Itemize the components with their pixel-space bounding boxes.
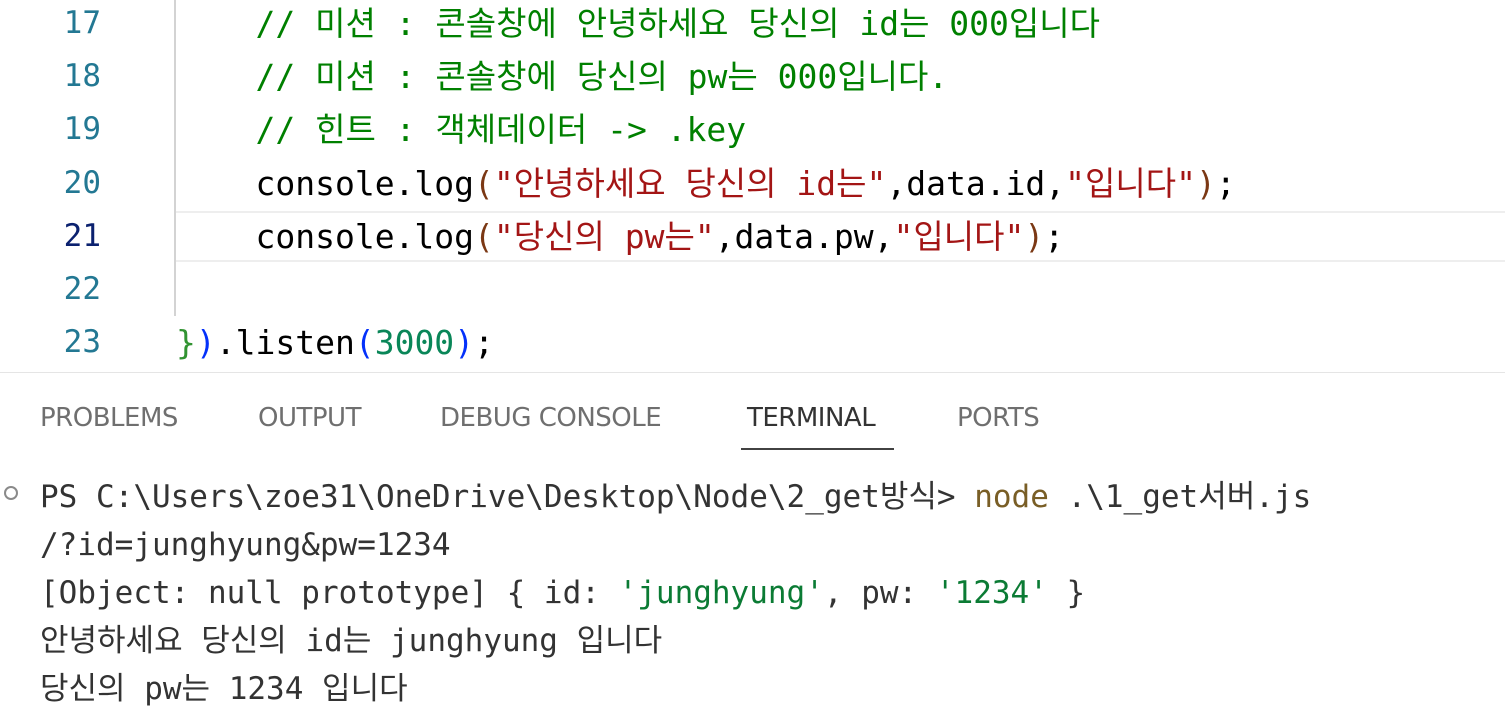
active-tab-indicator	[741, 448, 894, 450]
object-mid: , pw:	[823, 575, 936, 611]
line-number: 20	[63, 165, 101, 201]
line-number: 19	[63, 111, 101, 147]
comment: // 미션 : 콘솔창에 안녕하세요 당신의 id는 000입니다	[255, 4, 1100, 43]
line-number: 23	[63, 324, 101, 360]
line-number: 22	[63, 271, 101, 307]
command-name: node	[974, 479, 1049, 515]
paren-close: )	[1196, 164, 1216, 203]
object-suffix: }	[1047, 575, 1086, 611]
code-line-21[interactable]: console.log("당신의 pw는",data.pw,"입니다");	[176, 210, 1064, 263]
paren-close: )	[1024, 217, 1045, 256]
string-literal: "입니다"	[1065, 164, 1196, 203]
brace-close: }	[176, 323, 196, 362]
terminal-line: /?id=junghyung&pw=1234	[40, 527, 451, 563]
paren-open: (	[474, 217, 494, 256]
number-literal: 3000	[374, 323, 455, 362]
code-line-19[interactable]: // 힌트 : 객체데이터 -> .key	[176, 103, 746, 156]
terminal-line: 안녕하세요 당신의 id는 junghyung 입니다	[40, 623, 663, 659]
code-line-20[interactable]: console.log("안녕하세요 당신의 id는",data.id,"입니다…	[176, 157, 1236, 210]
comment: // 미션 : 콘솔창에 당신의 pw는 000입니다.	[255, 57, 949, 96]
code-line-18[interactable]: // 미션 : 콘솔창에 당신의 pw는 000입니다.	[176, 50, 948, 103]
string-literal: "안녕하세요 당신의 id는"	[493, 164, 887, 203]
object-pw-value: '1234'	[935, 575, 1048, 611]
command-status-circle-icon[interactable]	[4, 486, 18, 500]
line-number: 17	[63, 5, 101, 41]
code-text: ,data.pw,	[714, 217, 894, 256]
semicolon: ;	[474, 323, 494, 362]
code-editor[interactable]: 17 18 19 20 21 22 23 // 미션 : 콘솔창에 안녕하세요 …	[0, 0, 1505, 372]
tab-problems[interactable]: PROBLEMS	[40, 403, 178, 433]
object-prefix: [Object: null prototype] { id:	[40, 575, 619, 611]
string-literal: "당신의 pw는"	[493, 217, 715, 256]
panel-tabs: PROBLEMS OUTPUT DEBUG CONSOLE TERMINAL P…	[0, 373, 1505, 451]
function-call: console.log	[255, 164, 475, 203]
code-line-17[interactable]: // 미션 : 콘솔창에 안녕하세요 당신의 id는 000입니다	[176, 0, 1100, 50]
function-call: console.log	[255, 217, 475, 256]
bottom-panel: PROBLEMS OUTPUT DEBUG CONSOLE TERMINAL P…	[0, 372, 1505, 707]
paren-open: (	[354, 323, 375, 362]
command-args: .\1_get서버.js	[1048, 479, 1312, 515]
method-call: .listen	[215, 323, 355, 362]
paren-open: (	[474, 164, 494, 203]
comment: // 힌트 : 객체데이터 -> .key	[255, 110, 747, 149]
tab-ports[interactable]: PORTS	[957, 403, 1040, 433]
semicolon: ;	[1044, 217, 1065, 256]
code-text: ,data.id,	[886, 164, 1066, 203]
tab-terminal[interactable]: TERMINAL	[747, 403, 876, 433]
line-number: 18	[63, 58, 101, 94]
semicolon: ;	[1215, 164, 1236, 203]
terminal-prompt-line: PS C:\Users\zoe31\OneDrive\Desktop\Node\…	[40, 473, 1311, 521]
string-literal: "입니다"	[893, 217, 1025, 256]
paren-close: )	[454, 323, 475, 362]
terminal-object-line: [Object: null prototype] { id: 'junghyun…	[40, 569, 1085, 617]
object-id-value: 'junghyung'	[618, 575, 824, 611]
code-line-23[interactable]: }).listen(3000);	[176, 316, 494, 369]
line-number-active: 21	[63, 218, 101, 254]
tab-debug-console[interactable]: DEBUG CONSOLE	[440, 403, 662, 433]
tab-output[interactable]: OUTPUT	[258, 403, 361, 433]
prompt-text: PS C:\Users\zoe31\OneDrive\Desktop\Node\…	[40, 479, 975, 515]
paren-close: )	[195, 323, 216, 362]
